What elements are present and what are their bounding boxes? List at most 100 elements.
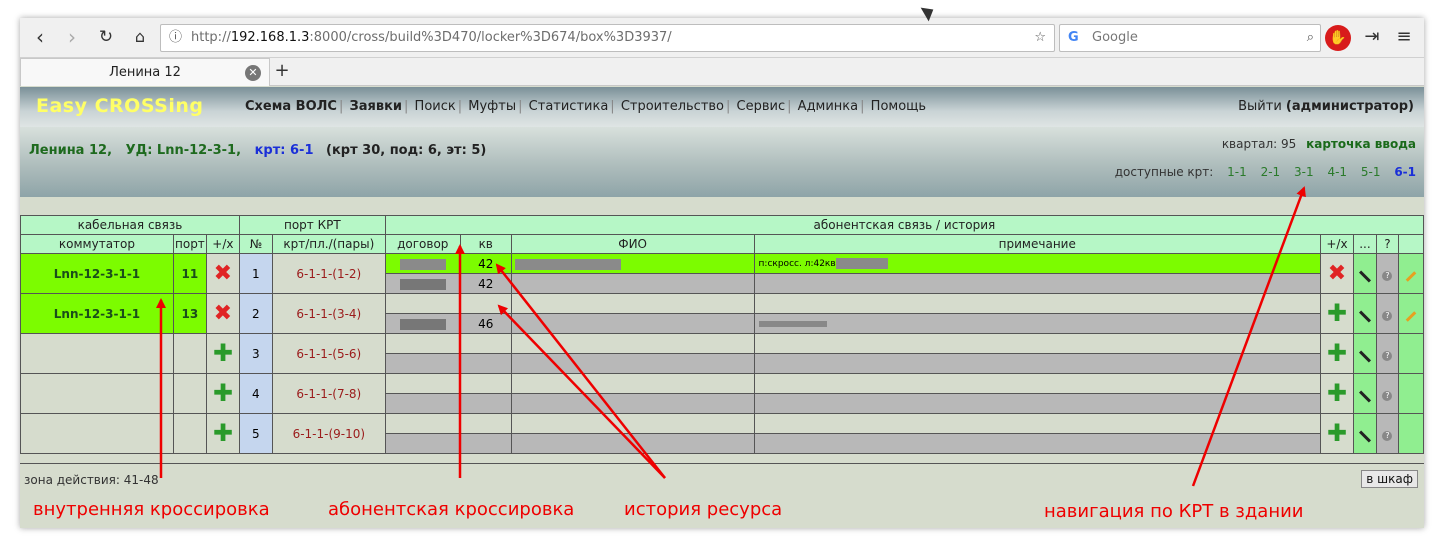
krt-pair[interactable]: 6-1-1-(3-4)	[271, 293, 386, 334]
search-icon[interactable]: ⌕	[1307, 25, 1314, 51]
fio-cell	[510, 273, 755, 294]
port-cell[interactable]	[172, 373, 207, 414]
annotation-history: история ресурса	[624, 499, 783, 520]
menu-item-couplings[interactable]: Муфты	[468, 99, 516, 114]
contract-cell[interactable]	[384, 293, 461, 314]
krt-link-1-1[interactable]: 1-1	[1227, 165, 1247, 179]
contract-cell[interactable]	[384, 373, 461, 394]
history-button[interactable]	[1352, 413, 1377, 454]
crossing-table: кабельная связь порт КРТ абонентская свя…	[20, 215, 1425, 454]
contract-cell[interactable]	[384, 433, 461, 454]
add-abon-button[interactable]: ✚	[1319, 333, 1354, 374]
ud-link[interactable]: УД: Lnn-12-3-1,	[126, 143, 241, 158]
logout-link[interactable]: Выйти (администратор)	[1238, 99, 1414, 114]
note-cell	[753, 393, 1321, 414]
add-cross-button[interactable]: ✚	[205, 333, 240, 374]
plus-icon: ✚	[212, 379, 233, 407]
menu-item-admin[interactable]: Админка	[798, 99, 858, 114]
note-text: п:скросс. л:42кв	[758, 259, 836, 269]
history-button[interactable]	[1352, 293, 1377, 334]
switch-cell[interactable]	[20, 373, 174, 414]
add-abon-button[interactable]: ✚	[1319, 373, 1354, 414]
add-cross-button[interactable]: ✚	[205, 373, 240, 414]
group-subscriber: абонентская связь / история	[384, 215, 1425, 235]
krt-pair[interactable]: 6-1-1-(1-2)	[271, 253, 386, 294]
contract-cell[interactable]	[384, 253, 461, 274]
logout-label: Выйти	[1238, 99, 1282, 114]
browser-window: ‹ › ↻ ⌂ ⓘ http://192.168.1.3:8000/cross/…	[20, 18, 1425, 528]
remove-abon-button[interactable]: ✖	[1319, 253, 1354, 294]
menu-item-stats[interactable]: Статистика	[529, 99, 609, 114]
browser-toolbar: ‹ › ↻ ⌂ ⓘ http://192.168.1.3:8000/cross/…	[20, 18, 1424, 58]
switch-cell[interactable]: Lnn-12-3-1-1	[20, 293, 174, 334]
krt-link-4-1[interactable]: 4-1	[1327, 165, 1347, 179]
history-button[interactable]	[1352, 333, 1377, 374]
krt-link-3-1[interactable]: 3-1	[1294, 165, 1314, 179]
back-icon[interactable]: ‹	[28, 26, 52, 50]
help-button[interactable]: ?	[1375, 413, 1399, 454]
contract-cell[interactable]	[384, 413, 461, 434]
remove-cross-button[interactable]: ✖	[205, 253, 240, 294]
adblock-icon[interactable]: ✋	[1325, 25, 1351, 51]
address-bar[interactable]: ⓘ http://192.168.1.3:8000/cross/build%3D…	[160, 24, 1055, 52]
port-cell[interactable]	[172, 413, 207, 454]
redacted	[835, 258, 888, 269]
redacted	[399, 318, 446, 330]
switch-cell[interactable]	[20, 413, 174, 454]
close-tab-icon[interactable]: ✕	[245, 65, 261, 81]
menu-item-search[interactable]: Поиск	[415, 99, 456, 114]
help-button[interactable]: ?	[1375, 333, 1399, 374]
question-icon: ?	[1382, 310, 1393, 321]
edit-button[interactable]	[1397, 293, 1425, 334]
krt-navigation: доступные крт: 1-1 2-1 3-1 4-1 5-1 6-1	[1115, 165, 1416, 179]
entry-card-link[interactable]: карточка ввода	[1306, 137, 1416, 151]
edit-button[interactable]	[1397, 253, 1425, 294]
menu-item-construction[interactable]: Строительство	[621, 99, 724, 114]
forward-icon[interactable]: ›	[60, 26, 84, 50]
search-box[interactable]: G Google ⌕	[1059, 24, 1321, 52]
krt-pair[interactable]: 6-1-1-(7-8)	[271, 373, 386, 414]
plus-icon: ✚	[1326, 339, 1348, 367]
menu-icon[interactable]: ≡	[1392, 26, 1416, 50]
add-abon-button[interactable]: ✚	[1319, 293, 1354, 334]
port-cell[interactable]: 13	[172, 293, 207, 334]
menu-item-scheme[interactable]: Схема ВОЛС	[245, 99, 337, 114]
contract-cell[interactable]	[384, 353, 461, 374]
contract-cell[interactable]	[384, 273, 461, 294]
switch-cell[interactable]: Lnn-12-3-1-1	[20, 253, 174, 294]
krt-current[interactable]: крт: 6-1	[255, 143, 314, 158]
krt-link-5-1[interactable]: 5-1	[1361, 165, 1381, 179]
contract-cell[interactable]	[384, 313, 461, 334]
port-cell[interactable]: 11	[172, 253, 207, 294]
history-button[interactable]	[1352, 373, 1377, 414]
history-button[interactable]	[1352, 253, 1377, 294]
krt-pair[interactable]: 6-1-1-(5-6)	[271, 333, 386, 374]
help-button[interactable]: ?	[1375, 253, 1399, 294]
menu-item-service[interactable]: Сервис	[737, 99, 786, 114]
add-abon-button[interactable]: ✚	[1319, 413, 1354, 454]
port-cell[interactable]	[172, 333, 207, 374]
menu-item-orders[interactable]: Заявки	[350, 99, 403, 114]
sidebar-icon[interactable]: ⇥	[1360, 26, 1384, 50]
contract-cell[interactable]	[384, 393, 461, 414]
address[interactable]: Ленина 12,	[29, 143, 112, 158]
help-button[interactable]: ?	[1375, 293, 1399, 334]
help-button[interactable]: ?	[1375, 373, 1399, 414]
krt-link-6-1[interactable]: 6-1	[1394, 165, 1416, 179]
home-icon[interactable]: ⌂	[128, 26, 152, 50]
new-tab-icon[interactable]: +	[272, 60, 292, 81]
browser-tab[interactable]: Ленина 12 ✕	[20, 58, 270, 86]
to-cabinet-button[interactable]: в шкаф	[1361, 470, 1418, 488]
contract-cell[interactable]	[384, 333, 461, 354]
krt-link-2-1[interactable]: 2-1	[1261, 165, 1281, 179]
app-logo[interactable]: Easy CROSSing	[36, 95, 204, 117]
main-menu: Схема ВОЛС | Заявки | Поиск | Муфты | Статис…	[245, 99, 927, 114]
bookmark-star-icon[interactable]: ☆	[1034, 25, 1046, 51]
add-cross-button[interactable]: ✚	[205, 413, 240, 454]
krt-pair[interactable]: 6-1-1-(9-10)	[271, 413, 386, 454]
menu-item-help[interactable]: Помощь	[871, 99, 926, 114]
col-more: ...	[1352, 234, 1377, 254]
remove-cross-button[interactable]: ✖	[205, 293, 240, 334]
reload-icon[interactable]: ↻	[94, 26, 118, 50]
switch-cell[interactable]	[20, 333, 174, 374]
